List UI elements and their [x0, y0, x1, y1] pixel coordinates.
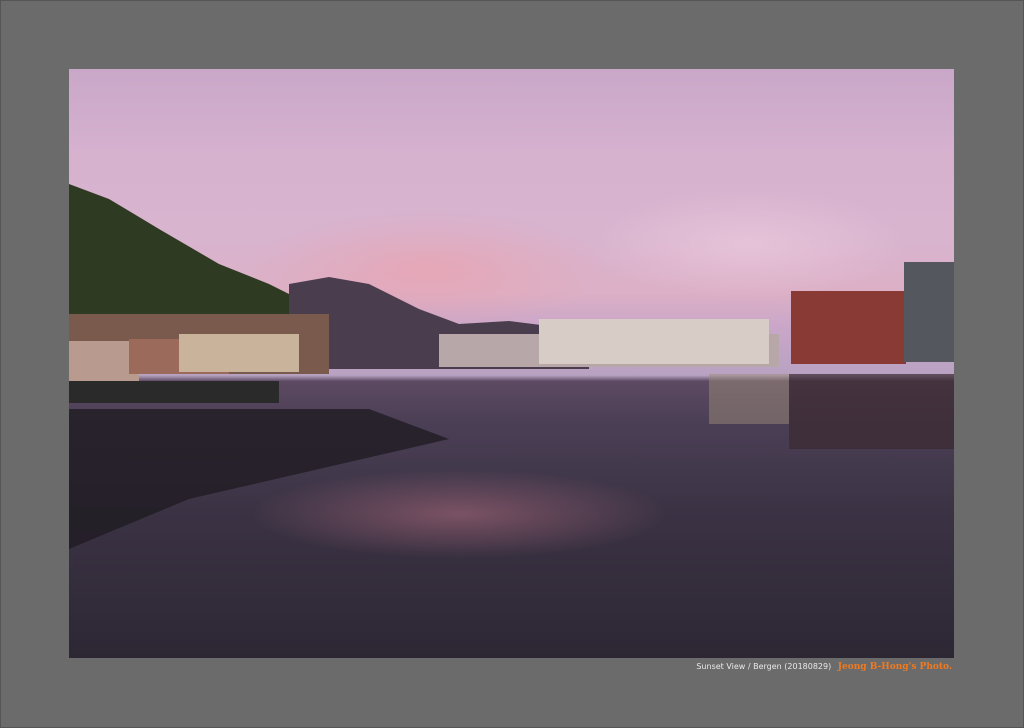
reflection-right — [789, 374, 954, 449]
glass-building — [904, 262, 954, 362]
harbor-scene — [69, 184, 954, 549]
red-building — [791, 291, 906, 364]
dark-reflection-left — [69, 409, 449, 549]
photo-caption: Sunset View / Bergen (20180829) Jeong B-… — [696, 662, 952, 672]
landscape-photo — [69, 69, 954, 658]
caption-title: Sunset View / Bergen (20180829) — [696, 662, 832, 671]
photo-credit: Jeong B-Hong's Photo. — [837, 662, 952, 672]
pier — [69, 381, 279, 403]
